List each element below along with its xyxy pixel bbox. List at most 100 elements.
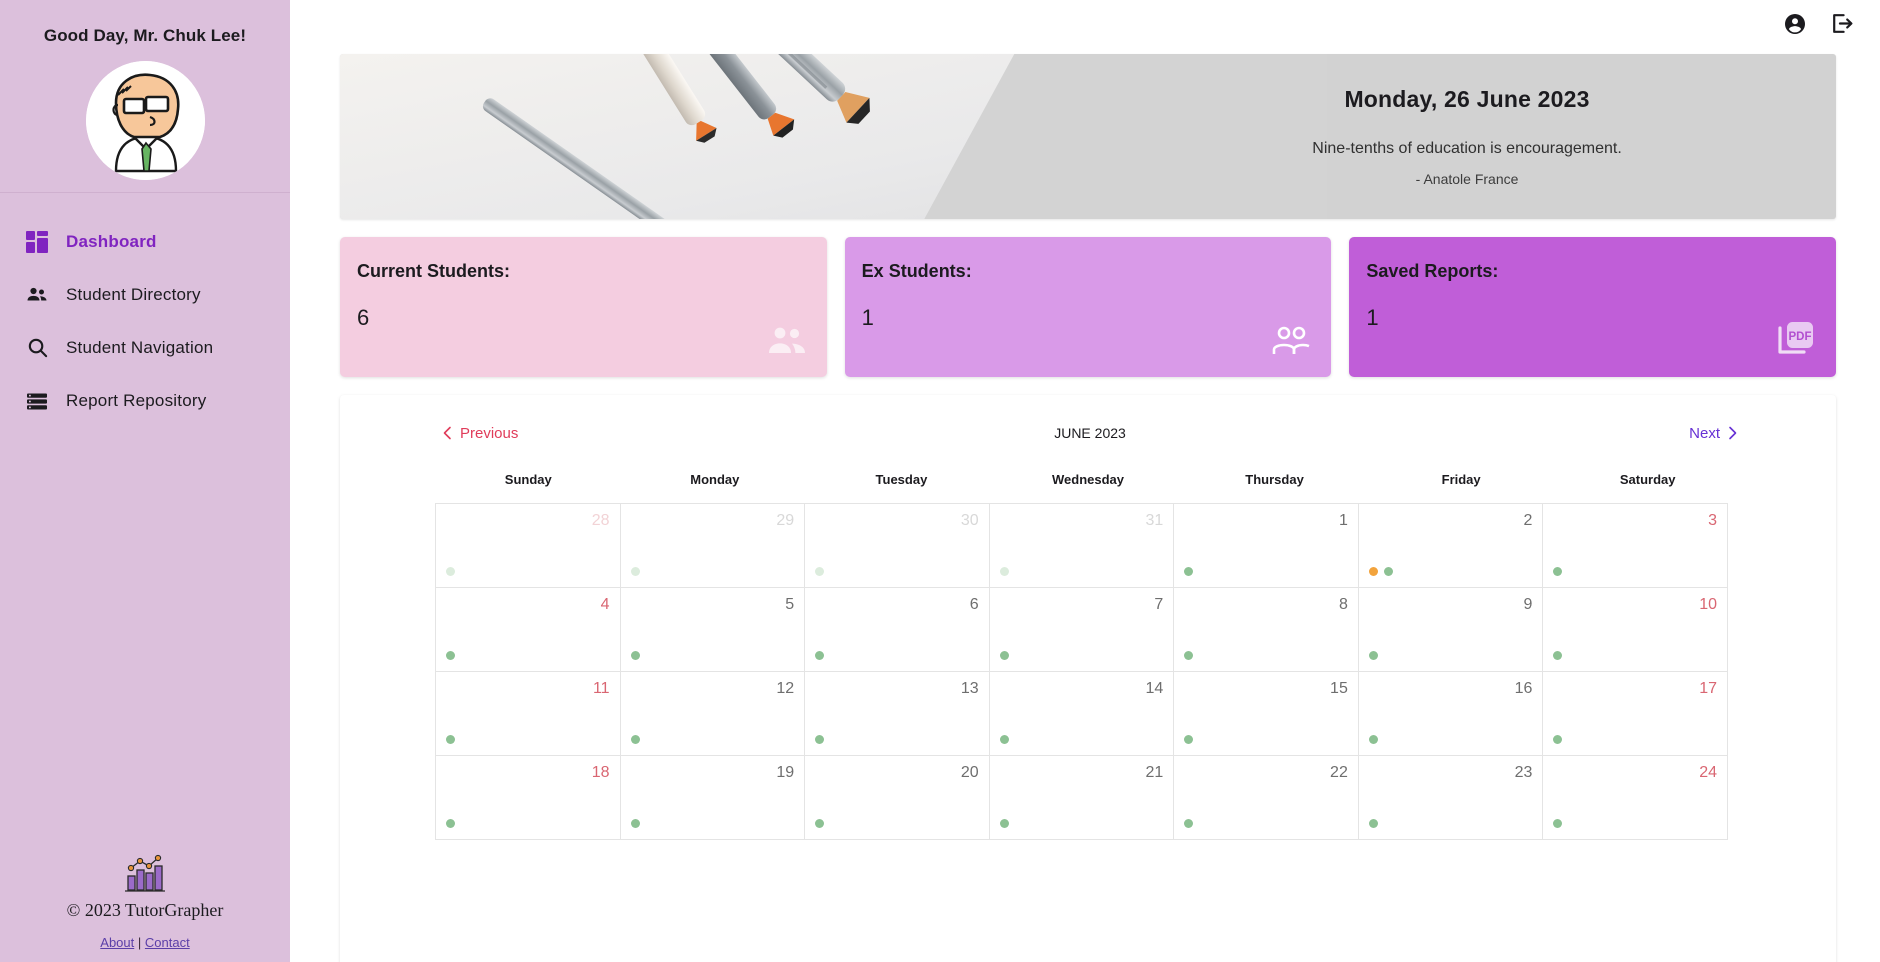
calendar-day-cell[interactable]: 22 (1174, 756, 1359, 840)
event-dot-faded[interactable] (815, 567, 825, 576)
event-dot-green[interactable] (1553, 819, 1563, 828)
event-dot-faded[interactable] (446, 567, 455, 576)
sidebar-item-student-directory[interactable]: Student Directory (0, 268, 290, 321)
event-dot-green[interactable] (1184, 567, 1194, 576)
calendar-event-dots (446, 651, 455, 660)
calendar-day-cell[interactable]: 23 (1358, 756, 1544, 840)
calendar-event-dots (999, 819, 1009, 828)
calendar-day-cell[interactable]: 20 (805, 756, 990, 840)
sidebar-item-dashboard[interactable]: Dashboard (0, 215, 290, 268)
main-content: Monday, 26 June 2023 Nine-tenths of educ… (290, 0, 1880, 962)
calendar-next-button[interactable]: Next (1689, 425, 1738, 442)
calendar-day-cell[interactable]: 24 (1543, 756, 1728, 840)
greeting-text: Good Day, Mr. Chuk Lee! (43, 26, 247, 45)
event-dot-faded[interactable] (999, 567, 1009, 576)
calendar-day-cell[interactable]: 5 (620, 588, 806, 672)
event-dot-green[interactable] (1184, 819, 1194, 828)
stat-card-saved-reports[interactable]: Saved Reports: 1 PDF (1349, 237, 1837, 377)
calendar-day-number: 2 (1523, 512, 1533, 529)
dashboard-icon (25, 230, 49, 254)
calendar-next-label: Next (1689, 424, 1720, 442)
contact-link[interactable]: Contact (145, 935, 190, 950)
calendar-day-cell[interactable]: 14 (989, 672, 1175, 756)
calendar-event-dots (1553, 651, 1563, 660)
calendar-day-cell[interactable]: 31 (989, 504, 1175, 588)
event-dot-green[interactable] (630, 819, 640, 828)
calendar-day-cell[interactable]: 19 (620, 756, 806, 840)
calendar-day-number: 13 (960, 680, 979, 697)
calendar-day-cell[interactable]: 9 (1358, 588, 1544, 672)
calendar-day-number: 12 (776, 680, 795, 697)
calendar-day-cell[interactable]: 15 (1174, 672, 1359, 756)
calendar-event-dots (815, 819, 825, 828)
calendar-day-cell[interactable]: 16 (1358, 672, 1544, 756)
calendar-day-cell[interactable]: 10 (1543, 588, 1728, 672)
calendar-day-cell[interactable]: 7 (989, 588, 1175, 672)
calendar-day-cell[interactable]: 2 (1358, 504, 1544, 588)
logout-icon[interactable] (1829, 11, 1854, 36)
calendar-day-cell[interactable]: 13 (805, 672, 990, 756)
stat-card-current-students[interactable]: Current Students: 6 (340, 237, 827, 377)
event-dot-green[interactable] (1368, 651, 1378, 660)
event-dot-green[interactable] (1184, 735, 1194, 744)
calendar-event-dots (1184, 567, 1194, 576)
calendar-event-dots (815, 651, 825, 660)
calendar-day-cell[interactable]: 3 (1543, 504, 1728, 588)
calendar-day-cell[interactable]: 8 (1174, 588, 1359, 672)
calendar-day-number: 29 (776, 512, 795, 529)
event-dot-green[interactable] (1368, 819, 1378, 828)
event-dot-green[interactable] (1368, 735, 1378, 744)
calendar-day-cell[interactable]: 18 (436, 756, 621, 840)
chevron-right-icon (1729, 426, 1737, 440)
event-dot-green[interactable] (1184, 651, 1194, 660)
storage-list-icon (25, 389, 49, 413)
sidebar-item-student-navigation[interactable]: Student Navigation (0, 321, 290, 374)
event-dot-green[interactable] (815, 651, 825, 660)
calendar-day-cell[interactable]: 17 (1543, 672, 1728, 756)
calendar-day-cell[interactable]: 11 (436, 672, 621, 756)
calendar-day-number: 18 (591, 764, 610, 781)
event-dot-green[interactable] (815, 819, 825, 828)
calendar-day-number: 19 (776, 764, 795, 781)
link-separator: | (137, 935, 142, 950)
copyright-text: © 2023 TutorGrapher (66, 900, 224, 920)
event-dot-green[interactable] (1553, 735, 1563, 744)
event-dot-green[interactable] (1553, 567, 1563, 576)
calendar-day-cell[interactable]: 21 (989, 756, 1175, 840)
banner: Monday, 26 June 2023 Nine-tenths of educ… (340, 54, 1836, 219)
day-header: Saturday (1619, 472, 1676, 487)
calendar-day-cell[interactable]: 28 (436, 504, 621, 588)
calendar-day-number: 15 (1330, 680, 1348, 697)
event-dot-faded[interactable] (630, 567, 640, 576)
event-dot-green[interactable] (815, 735, 825, 744)
stat-card-ex-students[interactable]: Ex Students: 1 (844, 237, 1332, 377)
event-dot-green[interactable] (446, 651, 455, 660)
calendar-day-cell[interactable]: 1 (1174, 504, 1359, 588)
calendar-event-dots (999, 735, 1009, 744)
app-root: Good Day, Mr. Chuk Lee! Dashboard Studen… (0, 0, 1880, 962)
event-dot-orange[interactable] (1368, 567, 1378, 576)
account-circle-icon[interactable] (1783, 12, 1807, 36)
event-dot-green[interactable] (1553, 651, 1563, 660)
event-dot-green[interactable] (446, 819, 455, 828)
calendar-day-cell[interactable]: 30 (805, 504, 990, 588)
event-dot-green[interactable] (446, 735, 455, 744)
calendar-previous-button[interactable]: Previous (442, 425, 518, 442)
calendar-day-cell[interactable]: 12 (620, 672, 806, 756)
event-dot-green[interactable] (999, 735, 1009, 744)
calendar-day-number: 9 (1523, 596, 1533, 613)
calendar-day-cell[interactable]: 29 (620, 504, 806, 588)
event-dot-green[interactable] (999, 819, 1009, 828)
event-dot-green[interactable] (1383, 567, 1393, 576)
calendar-day-number: 11 (592, 680, 610, 697)
event-dot-green[interactable] (999, 651, 1009, 660)
about-link[interactable]: About (100, 935, 134, 950)
calendar-day-number: 24 (1699, 764, 1717, 781)
event-dot-green[interactable] (630, 735, 640, 744)
search-icon (25, 336, 49, 360)
event-dot-green[interactable] (630, 651, 640, 660)
people-filled-icon (767, 324, 807, 363)
calendar-day-cell[interactable]: 6 (805, 588, 990, 672)
calendar-day-cell[interactable]: 4 (436, 588, 621, 672)
sidebar-item-report-repository[interactable]: Report Repository (0, 374, 290, 427)
